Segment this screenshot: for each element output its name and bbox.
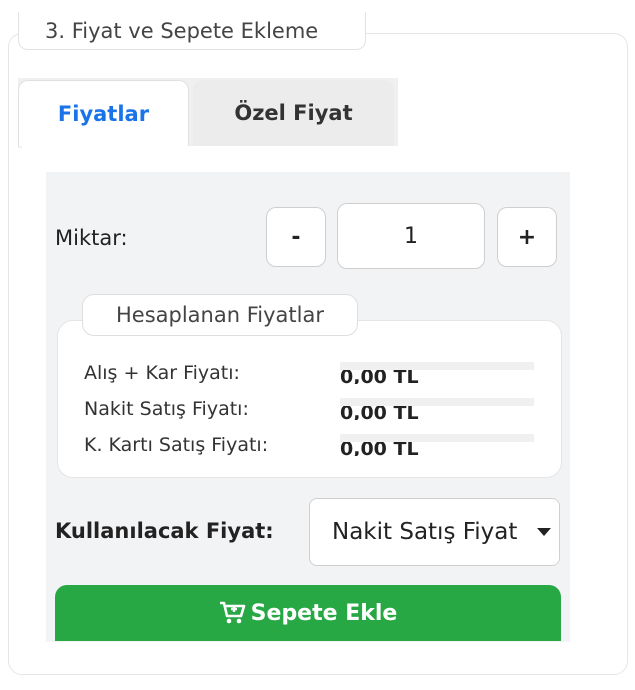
increment-button[interactable]: + (497, 207, 557, 267)
quantity-label: Miktar: (55, 226, 128, 250)
add-to-cart-label: Sepete Ekle (250, 600, 398, 626)
price-row-label: K. Kartı Satış Fiyatı: (84, 434, 269, 456)
cart-plus-icon (219, 601, 245, 624)
decrement-button[interactable]: - (266, 207, 326, 267)
price-row: Nakit Satış Fiyatı: 0,00 TL (84, 398, 534, 420)
row-mask (340, 362, 534, 370)
row-mask (340, 398, 534, 406)
calculated-prices-legend: Hesaplanan Fiyatlar (82, 294, 358, 336)
price-row-label: Alış + Kar Fiyatı: (84, 362, 240, 384)
add-to-cart-button[interactable]: Sepete Ekle (55, 585, 561, 641)
tab-prices[interactable]: Fiyatlar (18, 80, 189, 146)
section-legend: 3. Fiyat ve Sepete Ekleme (18, 12, 366, 50)
price-row-label: Nakit Satış Fiyatı: (84, 398, 249, 420)
price-select-value: Nakit Satış Fiyatı (332, 519, 517, 545)
row-mask (340, 434, 534, 442)
price-select[interactable]: Nakit Satış Fiyatı (309, 498, 560, 566)
price-select-label: Kullanılacak Fiyat: (55, 519, 274, 543)
tab-special-price[interactable]: Özel Fiyat (193, 80, 394, 146)
caret-down-icon (529, 499, 559, 565)
price-row: Alış + Kar Fiyatı: 0,00 TL (84, 362, 534, 384)
price-row: K. Kartı Satış Fiyatı: 0,00 TL (84, 434, 534, 456)
quantity-input[interactable] (337, 203, 485, 269)
